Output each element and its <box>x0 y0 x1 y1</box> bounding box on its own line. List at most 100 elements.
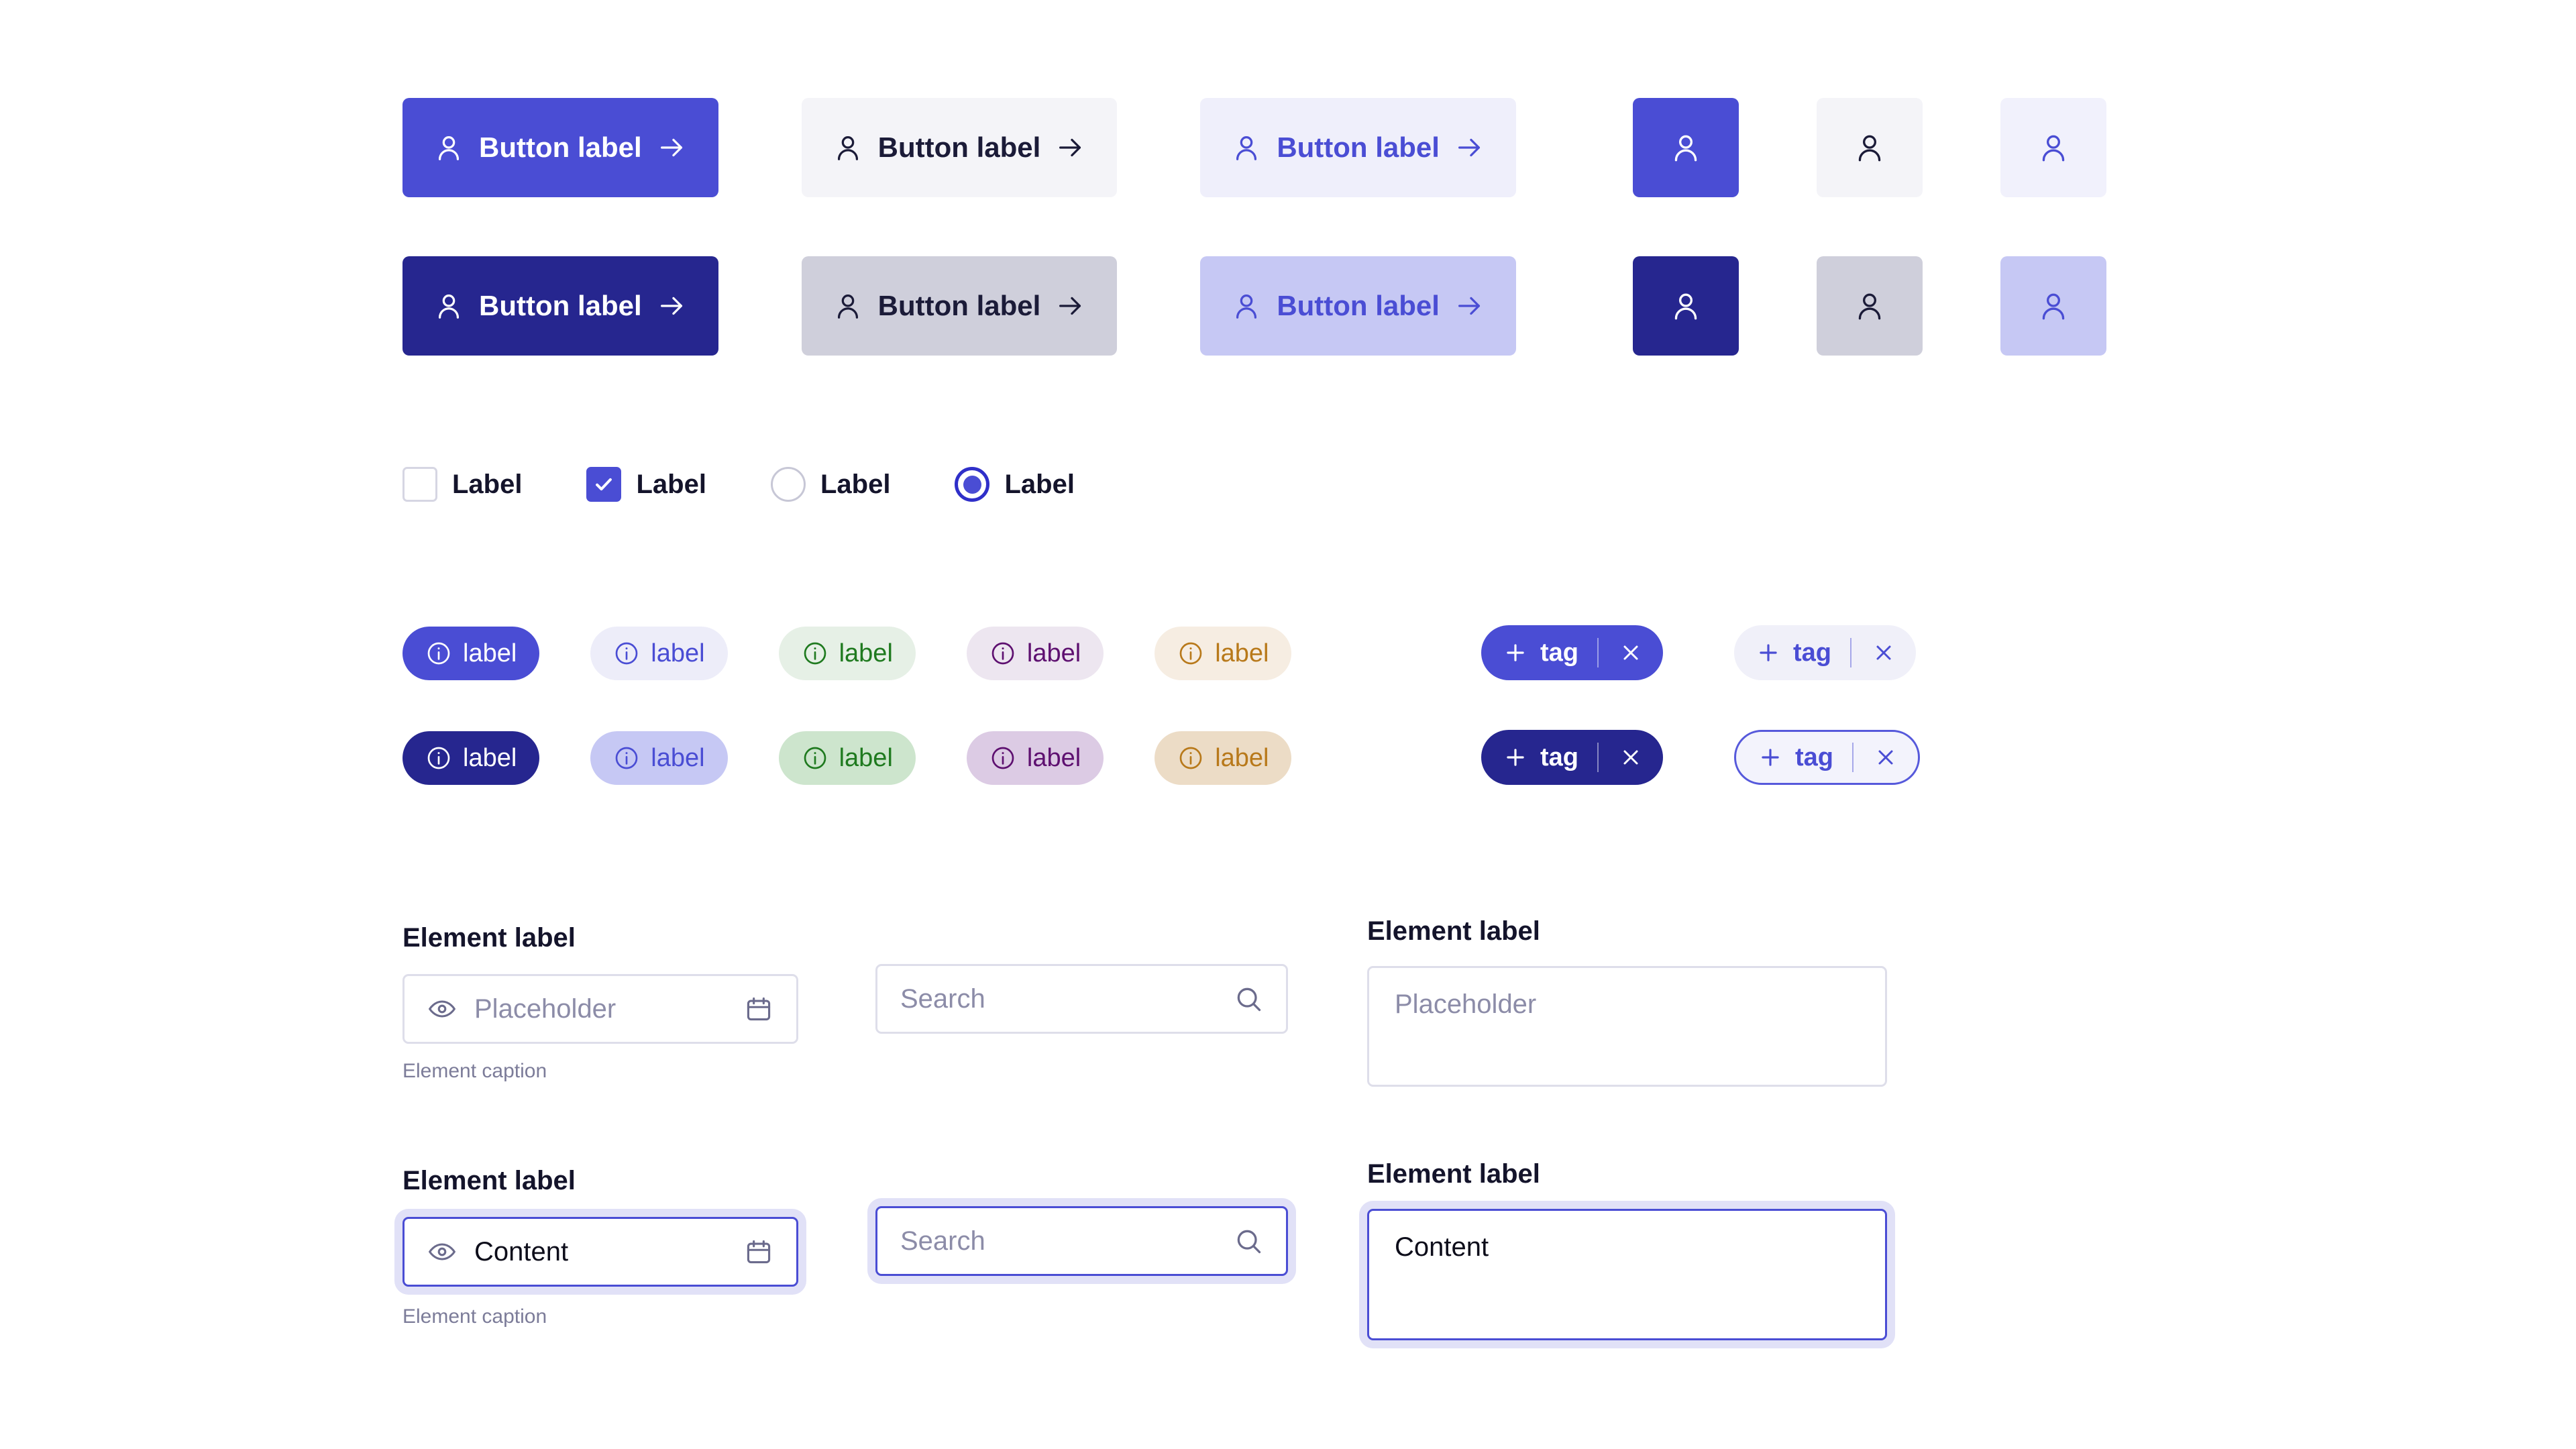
badge-label: label <box>839 639 893 667</box>
secondary-icon-button-default[interactable] <box>1817 98 1923 197</box>
tag-add-area[interactable]: tag <box>1734 640 1850 665</box>
badge-indigo-solid[interactable]: label <box>402 627 540 680</box>
textarea-field-focused: Element label Content <box>1367 1161 1887 1340</box>
badge-green-soft[interactable]: label <box>778 627 916 680</box>
checkbox-label: Label <box>452 470 523 499</box>
search-input-default[interactable]: Search <box>875 964 1288 1034</box>
tag-indigo-dark[interactable]: tag <box>1481 730 1663 785</box>
close-icon[interactable] <box>1854 745 1918 769</box>
tag-divider <box>1850 638 1851 667</box>
badge-label: label <box>1215 639 1269 667</box>
field-label: Element label <box>1367 916 1540 946</box>
tertiary-button-pressed[interactable]: Button label <box>1200 256 1516 356</box>
field-label: Element label <box>1367 1159 1540 1189</box>
date-input-placeholder: Placeholder <box>474 994 616 1024</box>
tertiary-icon-button-default[interactable] <box>2000 98 2106 197</box>
search-field-focused: Search <box>875 1206 1288 1276</box>
close-icon[interactable] <box>1851 641 1916 665</box>
textarea-value: Content <box>1395 1232 1489 1262</box>
close-icon[interactable] <box>1599 641 1663 665</box>
button-label: Button label <box>877 290 1041 321</box>
button-row-default: Button label Button label Button label <box>402 98 1516 197</box>
selection-controls-row: Label Label Label Label <box>402 467 1075 502</box>
button-label: Button label <box>479 131 642 163</box>
tag-row-default: tag tag <box>1481 625 1916 680</box>
date-field-focused: Element label Content Element caption <box>402 1167 798 1327</box>
primary-icon-button-pressed[interactable] <box>1633 256 1739 356</box>
checkbox-unchecked[interactable]: Label <box>402 467 522 502</box>
checkbox-box[interactable] <box>586 467 622 502</box>
arrow-right-icon <box>657 290 688 321</box>
tertiary-icon-button-pressed[interactable] <box>2000 256 2106 356</box>
info-icon <box>989 640 1016 667</box>
badge-label: label <box>463 639 517 667</box>
button-label: Button label <box>1277 290 1440 321</box>
textarea-focused[interactable]: Content <box>1367 1209 1887 1340</box>
close-icon[interactable] <box>1599 745 1663 769</box>
tag-outline[interactable]: tag <box>1734 730 1920 785</box>
check-icon <box>592 473 615 496</box>
radio-checked[interactable]: Label <box>955 467 1075 502</box>
date-input-default[interactable]: Placeholder <box>402 974 798 1044</box>
tag-divider <box>1597 638 1599 667</box>
textarea-field-default: Element label Placeholder <box>1367 918 1887 1087</box>
field-caption: Element caption <box>402 1305 547 1328</box>
primary-button-pressed[interactable]: Button label <box>402 256 718 356</box>
radio-label: Label <box>820 470 891 499</box>
user-icon <box>1669 131 1703 164</box>
tag-add-area[interactable]: tag <box>1481 640 1597 665</box>
secondary-icon-button-pressed[interactable] <box>1817 256 1923 356</box>
icon-button-row-default <box>1633 98 2106 197</box>
date-input-focused[interactable]: Content <box>402 1217 798 1287</box>
badge-indigo-dark[interactable]: label <box>402 731 540 785</box>
primary-button-default[interactable]: Button label <box>402 98 718 197</box>
primary-icon-button-default[interactable] <box>1633 98 1739 197</box>
badge-indigo-soft[interactable]: label <box>590 627 728 680</box>
tag-indigo-soft[interactable]: tag <box>1734 625 1916 680</box>
user-icon <box>2037 289 2070 323</box>
button-label: Button label <box>877 131 1041 163</box>
info-icon <box>989 745 1016 771</box>
info-icon <box>613 745 640 771</box>
search-input-placeholder: Search <box>900 984 985 1014</box>
badge-label: label <box>651 639 705 667</box>
badge-amber-soft[interactable]: label <box>1155 627 1292 680</box>
eye-icon <box>427 1237 457 1267</box>
badge-label: label <box>1026 639 1081 667</box>
textarea-default[interactable]: Placeholder <box>1367 966 1887 1087</box>
secondary-button-default[interactable]: Button label <box>801 98 1118 197</box>
checkbox-checked[interactable]: Label <box>586 467 706 502</box>
calendar-icon[interactable] <box>744 994 773 1024</box>
info-icon <box>802 745 828 771</box>
arrow-right-icon <box>1055 290 1086 321</box>
radio-circle[interactable] <box>955 467 990 502</box>
calendar-icon[interactable] <box>744 1237 773 1267</box>
icon-button-row-pressed <box>1633 256 2106 356</box>
tag-add-area[interactable]: tag <box>1736 745 1852 770</box>
search-icon[interactable] <box>1234 1226 1263 1256</box>
radio-circle[interactable] <box>770 467 806 502</box>
button-row-pressed: Button label Button label Button label <box>402 256 1516 356</box>
tertiary-button-default[interactable]: Button label <box>1200 98 1516 197</box>
search-field-default: Search <box>875 964 1288 1034</box>
badge-indigo-soft-strong[interactable]: label <box>590 731 728 785</box>
badge-purple-soft[interactable]: label <box>966 627 1104 680</box>
tag-indigo-solid[interactable]: tag <box>1481 625 1663 680</box>
radio-unchecked[interactable]: Label <box>770 467 891 502</box>
badge-amber-soft-strong[interactable]: label <box>1155 731 1292 785</box>
arrow-right-icon <box>1454 290 1485 321</box>
arrow-right-icon <box>657 132 688 163</box>
tag-divider <box>1852 743 1854 772</box>
checkbox-box[interactable] <box>402 467 437 502</box>
search-input-focused[interactable]: Search <box>875 1206 1288 1276</box>
badge-purple-soft-strong[interactable]: label <box>966 731 1104 785</box>
badge-green-soft-strong[interactable]: label <box>778 731 916 785</box>
search-input-placeholder: Search <box>900 1226 985 1256</box>
eye-icon <box>427 994 457 1024</box>
secondary-button-pressed[interactable]: Button label <box>801 256 1118 356</box>
tag-add-area[interactable]: tag <box>1481 745 1597 770</box>
arrow-right-icon <box>1454 132 1485 163</box>
textarea-placeholder: Placeholder <box>1395 989 1537 1019</box>
info-icon <box>425 745 452 771</box>
search-icon[interactable] <box>1234 984 1263 1014</box>
